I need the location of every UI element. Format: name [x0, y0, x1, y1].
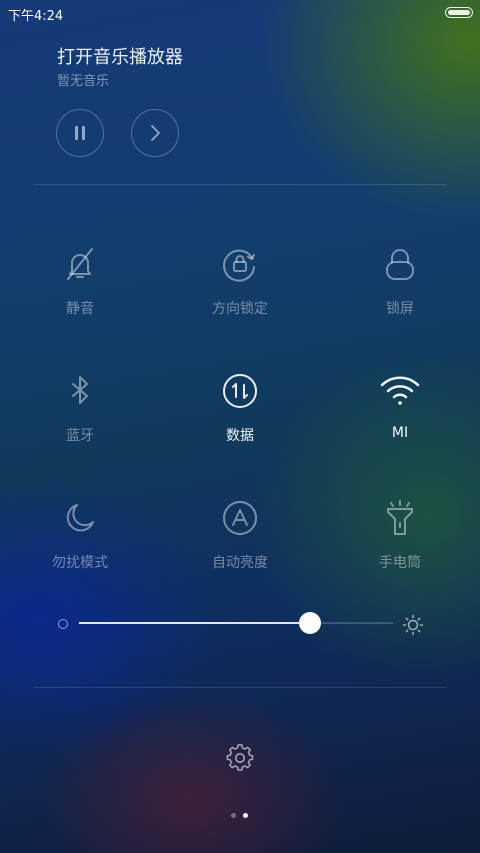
- next-track-button[interactable]: [131, 109, 179, 157]
- toggle-label: 勿扰模式: [52, 555, 108, 571]
- toggle-label: 锁屏: [386, 301, 414, 317]
- moon-icon: [60, 498, 100, 538]
- wifi-icon: [380, 371, 420, 411]
- divider: [34, 687, 446, 688]
- toggle-bluetooth[interactable]: 蓝牙: [10, 371, 150, 461]
- lock-icon: [380, 244, 420, 284]
- music-player-title[interactable]: 打开音乐播放器: [57, 43, 183, 69]
- toggle-mobile-data[interactable]: 数据: [170, 371, 310, 461]
- bluetooth-icon: [60, 371, 100, 411]
- toggle-label: 手电筒: [379, 555, 421, 571]
- toggle-wifi[interactable]: MI: [330, 371, 470, 461]
- page-dot: [243, 813, 248, 818]
- toggle-lock-screen[interactable]: 锁屏: [330, 244, 470, 334]
- toggle-label: 静音: [66, 301, 94, 317]
- toggle-flashlight[interactable]: 手电筒: [330, 498, 470, 588]
- pause-button[interactable]: [56, 109, 104, 157]
- mobile-data-icon: [220, 371, 260, 411]
- brightness-low-icon: [58, 619, 68, 629]
- toggle-label: 数据: [226, 428, 254, 444]
- brightness-slider-thumb[interactable]: [299, 612, 321, 634]
- flashlight-icon: [380, 498, 420, 538]
- toggle-label: 蓝牙: [66, 428, 94, 444]
- battery-icon: [445, 7, 473, 18]
- brightness-slider-fill: [79, 622, 310, 624]
- chevron-right-icon: [151, 125, 160, 141]
- toggle-label: 自动亮度: [212, 555, 268, 571]
- toggle-rotation-lock[interactable]: 方向锁定: [170, 244, 310, 334]
- music-status: 暂无音乐: [57, 74, 110, 89]
- toggle-mute[interactable]: 静音: [10, 244, 150, 334]
- settings-gear-icon[interactable]: [226, 744, 254, 772]
- status-time: 下午4:24: [8, 9, 64, 24]
- pause-icon: [75, 126, 85, 140]
- toggle-do-not-disturb[interactable]: 勿扰模式: [10, 498, 150, 588]
- brightness-slider[interactable]: [79, 612, 393, 634]
- sun-icon: [402, 614, 424, 636]
- page-dot: [231, 813, 236, 818]
- status-bar: 下午4:24: [0, 0, 480, 26]
- toggle-label: MI: [391, 425, 409, 441]
- rotation-lock-icon: [220, 244, 260, 284]
- auto-brightness-icon: [220, 498, 260, 538]
- toggle-auto-brightness[interactable]: 自动亮度: [170, 498, 310, 588]
- toggle-label: 方向锁定: [212, 301, 268, 317]
- bell-off-icon: [60, 244, 100, 284]
- divider: [34, 184, 446, 185]
